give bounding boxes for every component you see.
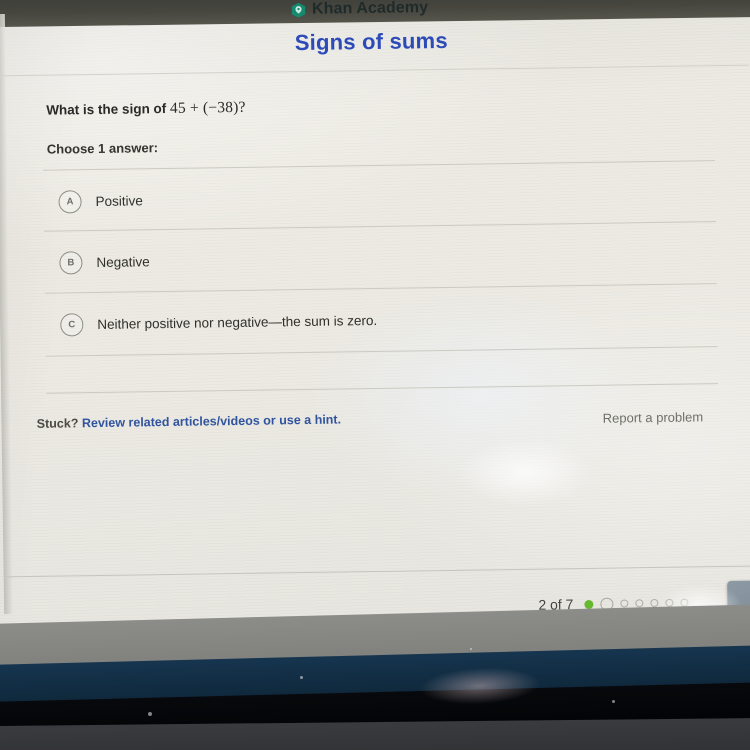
stuck-label: Stuck? xyxy=(36,416,79,431)
choice-label-b: Negative xyxy=(96,254,150,270)
page-title: Signs of sums xyxy=(294,27,448,56)
pagination-dot-completed[interactable] xyxy=(584,599,594,609)
question-math-expression: 45 + (−38)? xyxy=(169,98,246,117)
stuck-row: Stuck? Review related articles/videos or… xyxy=(37,412,341,430)
footer-divider xyxy=(3,565,750,578)
choice-divider xyxy=(43,160,716,171)
choice-label-c: Neither positive nor negative—the sum is… xyxy=(97,312,378,332)
question-prefix-text: What is the sign of xyxy=(46,100,171,118)
choice-divider xyxy=(43,221,716,232)
answer-choice-b[interactable]: B Negative xyxy=(59,250,150,275)
choice-divider xyxy=(46,383,719,394)
pagination-dot-pending[interactable] xyxy=(620,599,629,608)
screenshot-photo-of-screen: Khan Academy Signs of sums What is the s… xyxy=(0,0,750,750)
report-a-problem-link[interactable]: Report a problem xyxy=(603,409,704,425)
choice-letter-bubble-b[interactable]: B xyxy=(59,251,83,275)
choose-instruction: Choose 1 answer: xyxy=(46,140,159,157)
choice-letter-bubble-c[interactable]: C xyxy=(60,313,84,337)
hint-link[interactable]: Review related articles/videos or use a … xyxy=(82,412,341,430)
choice-label-a: Positive xyxy=(95,193,143,209)
choice-divider xyxy=(45,346,718,357)
question-prompt: What is the sign of 45 + (−38)? xyxy=(46,99,246,120)
title-divider xyxy=(0,64,749,77)
answer-choice-c[interactable]: C Neither positive nor negative—the sum … xyxy=(60,309,377,337)
answer-choice-a[interactable]: A Positive xyxy=(58,189,143,214)
pagination-dot-pending[interactable] xyxy=(635,599,644,608)
pagination-dot-pending[interactable] xyxy=(650,598,659,608)
choice-letter-bubble-a[interactable]: A xyxy=(58,190,82,214)
choice-divider xyxy=(44,283,717,294)
